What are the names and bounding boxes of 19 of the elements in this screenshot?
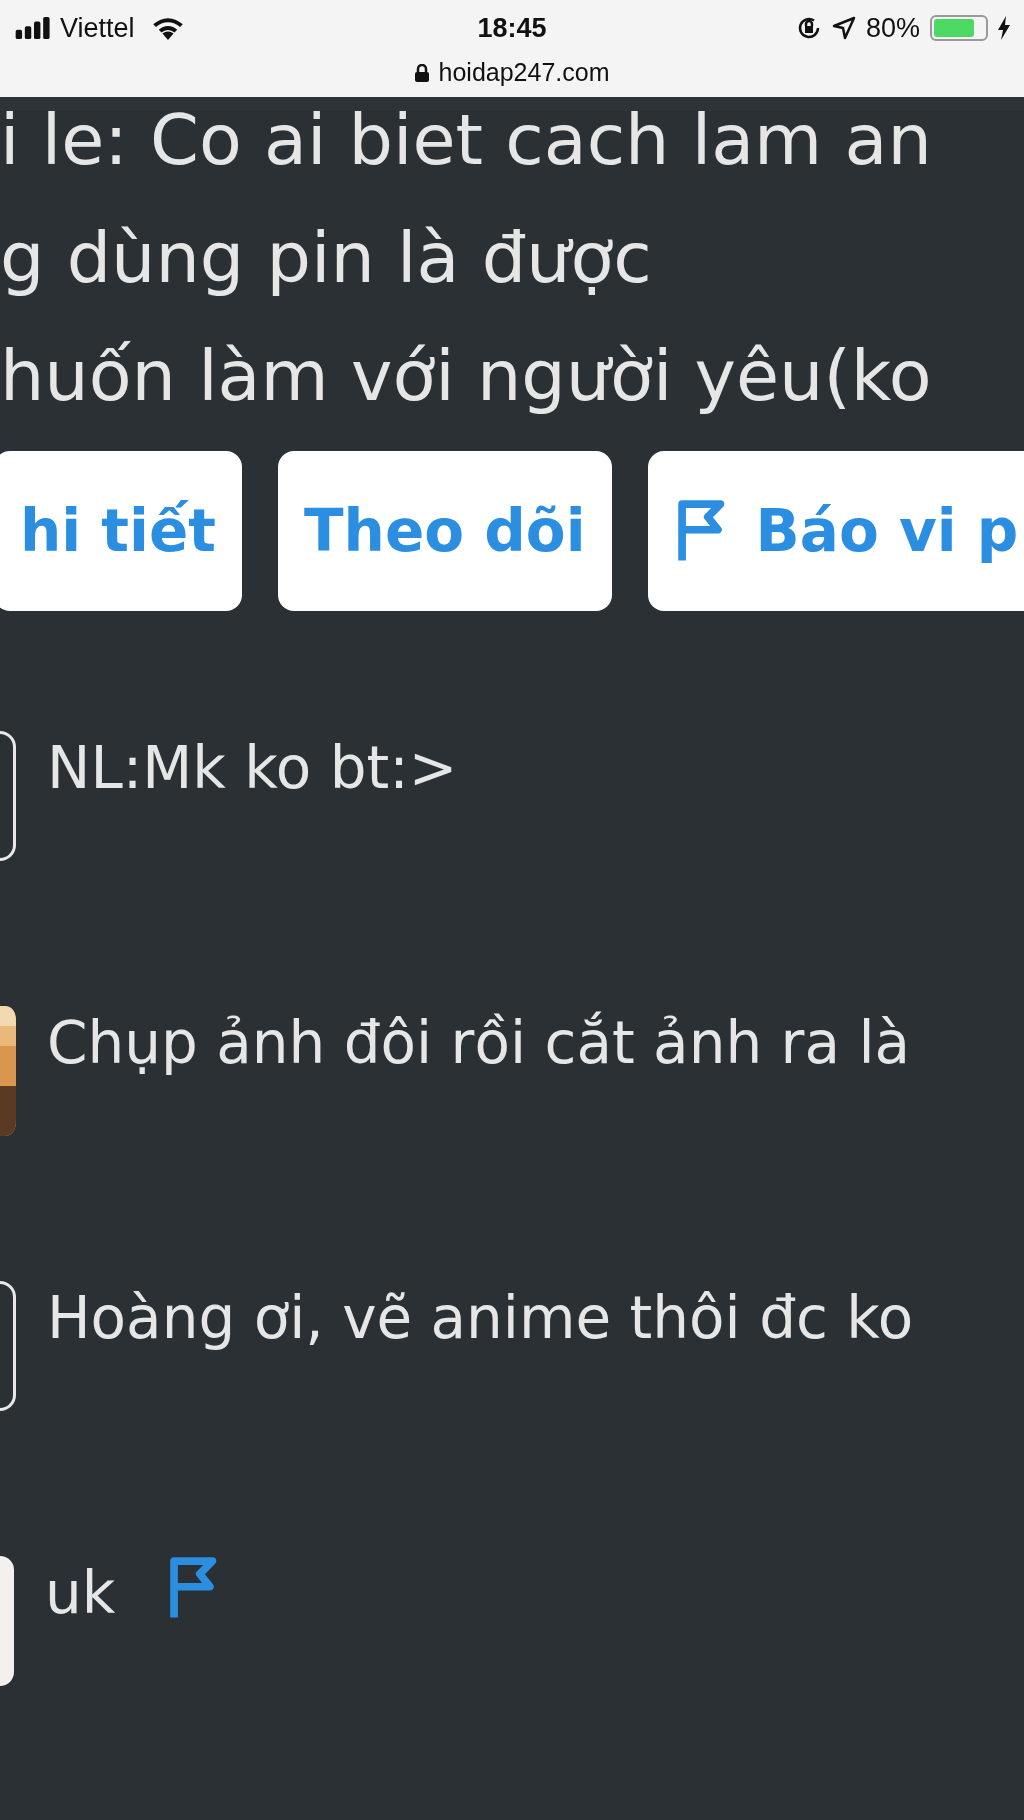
carrier-name: Viettel bbox=[60, 11, 135, 45]
url-text[interactable]: hoidap247.com bbox=[438, 54, 610, 92]
clock: 18:45 bbox=[477, 11, 547, 45]
question-text: g dùng pin là được bbox=[0, 216, 653, 301]
comment-text: uk bbox=[45, 1558, 116, 1629]
action-button[interactable]: hi tiết bbox=[0, 451, 243, 611]
wifi-icon bbox=[150, 16, 185, 40]
battery-percent: 80% bbox=[865, 11, 920, 45]
comment-text: Hoàng ơi, vẽ anime thôi đc ko bbox=[47, 1283, 914, 1354]
question-text: huốn làm với người yêu(ko bbox=[0, 334, 933, 419]
question-text: i le: Co ai biet cach lam an bbox=[0, 98, 933, 183]
action-button[interactable]: Theo dõi bbox=[278, 451, 612, 611]
charging-icon bbox=[998, 16, 1010, 40]
comment-text: NL:Mk ko bt:> bbox=[47, 733, 458, 804]
action-button[interactable]: Báo vi p bbox=[647, 451, 1024, 611]
comment-text: Chụp ảnh đôi rồi cắt ảnh ra là bbox=[47, 1008, 911, 1079]
location-icon bbox=[831, 16, 856, 40]
battery-icon bbox=[930, 15, 988, 41]
lock-icon bbox=[414, 63, 429, 82]
